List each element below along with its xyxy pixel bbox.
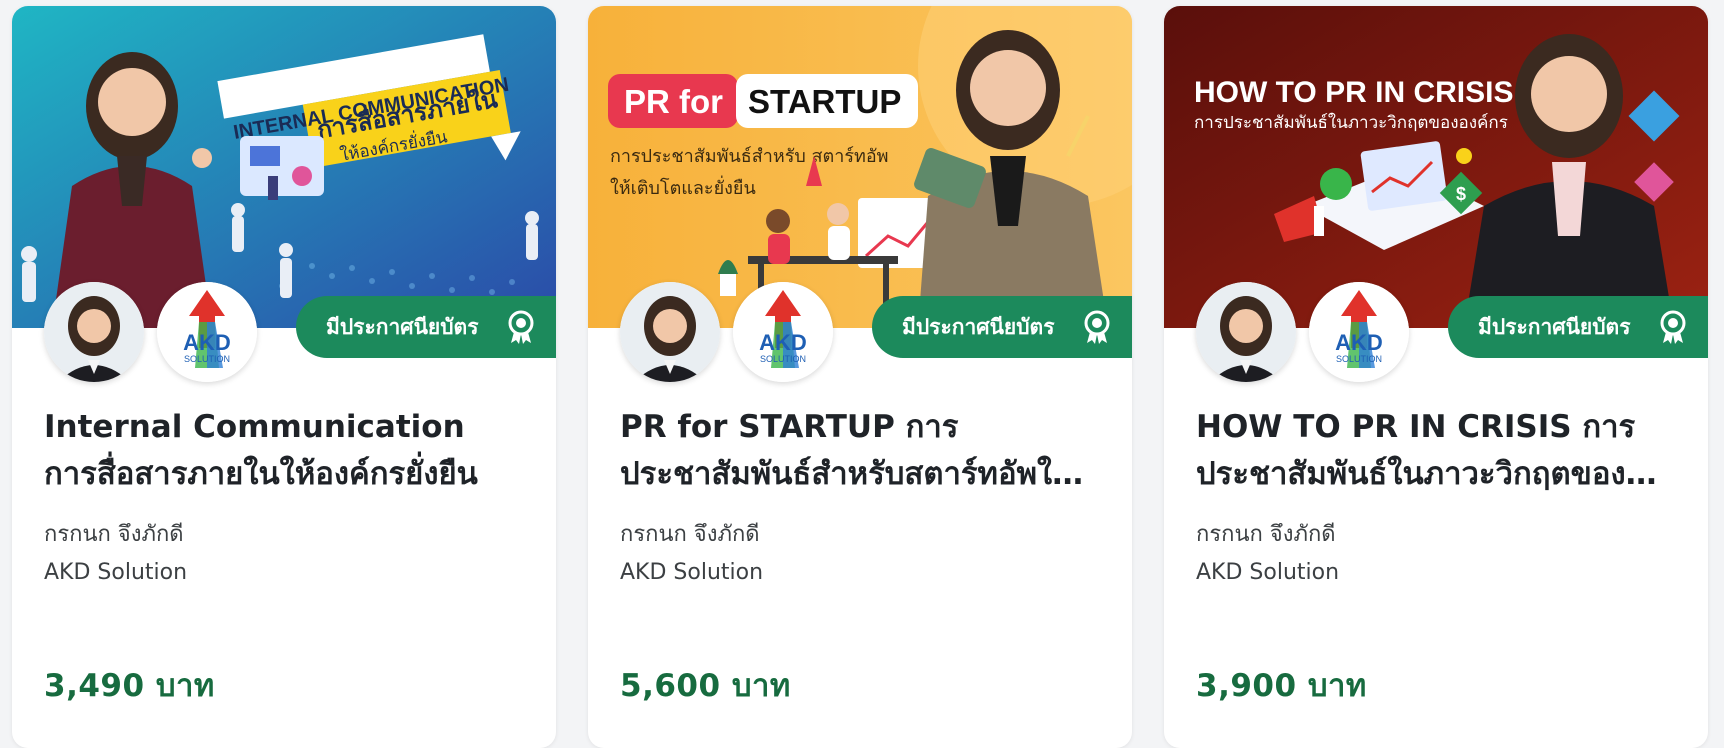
svg-text:SOLUTION: SOLUTION: [1336, 354, 1382, 364]
award-ribbon-icon: [1660, 310, 1686, 344]
organization-logo[interactable]: AKD SOLUTION: [1309, 282, 1409, 382]
svg-text:$: $: [1456, 184, 1466, 204]
instructor-name: กรกนก จึงภักดี: [44, 522, 184, 547]
certificate-badge: มีประกาศนียบัตร: [296, 296, 556, 358]
course-card[interactable]: PR for STARTUP การประชาสัมพันธ์สำหรับ สต…: [588, 6, 1132, 748]
svg-text:AKD: AKD: [759, 330, 807, 355]
svg-text:AKD: AKD: [183, 330, 231, 355]
svg-text:ให้เติบโตและยั่งยืน: ให้เติบโตและยั่งยืน: [610, 175, 756, 199]
svg-text:SOLUTION: SOLUTION: [184, 354, 230, 364]
instructor-avatar[interactable]: [1196, 282, 1296, 382]
organization-logo[interactable]: AKD SOLUTION: [157, 282, 257, 382]
award-ribbon-icon: [1084, 310, 1110, 344]
course-price: 3,900 บาท: [1196, 668, 1367, 704]
certificate-badge: มีประกาศนียบัตร: [872, 296, 1132, 358]
instructor-avatar[interactable]: [44, 282, 144, 382]
organization-name: AKD Solution: [44, 560, 188, 585]
certificate-badge: มีประกาศนียบัตร: [1448, 296, 1708, 358]
svg-text:HOW TO PR IN CRISIS: HOW TO PR IN CRISIS: [1194, 76, 1513, 109]
instructor-name: กรกนก จึงภักดี: [1196, 522, 1336, 547]
course-price: 5,600 บาท: [620, 668, 791, 704]
course-title[interactable]: HOW TO PR IN CRISIS การประชาสัมพันธ์ในภา…: [1196, 404, 1676, 498]
svg-text:AKD: AKD: [1335, 330, 1383, 355]
svg-text:SOLUTION: SOLUTION: [760, 354, 806, 364]
svg-text:PR for: PR for: [624, 83, 723, 120]
course-banner-image[interactable]: INTERNAL COMMUNICATION การสื่อสารภายใน ใ…: [12, 6, 556, 328]
organization-name: AKD Solution: [1196, 560, 1340, 585]
course-card[interactable]: HOW TO PR IN CRISIS การประชาสัมพันธ์ในภา…: [1164, 6, 1708, 748]
instructor-name: กรกนก จึงภักดี: [620, 522, 760, 547]
award-ribbon-icon: [508, 310, 534, 344]
organization-name: AKD Solution: [620, 560, 764, 585]
course-banner-image[interactable]: HOW TO PR IN CRISIS การประชาสัมพันธ์ในภา…: [1164, 6, 1708, 328]
certificate-label: มีประกาศนียบัตร: [326, 314, 479, 339]
instructor-avatar[interactable]: [620, 282, 720, 382]
course-card[interactable]: INTERNAL COMMUNICATION การสื่อสารภายใน ใ…: [12, 6, 556, 748]
course-title[interactable]: PR for STARTUP การประชาสัมพันธ์สำหรับสตา…: [620, 404, 1100, 498]
course-banner-image[interactable]: PR for STARTUP การประชาสัมพันธ์สำหรับ สต…: [588, 6, 1132, 328]
course-price: 3,490 บาท: [44, 668, 215, 704]
svg-text:STARTUP: STARTUP: [748, 83, 901, 120]
certificate-label: มีประกาศนียบัตร: [1478, 314, 1631, 339]
svg-text:การประชาสัมพันธ์ในภาวะวิกฤตของ: การประชาสัมพันธ์ในภาวะวิกฤตขององค์กร: [1194, 112, 1508, 133]
course-title[interactable]: Internal Communication การสื่อสารภายในให…: [44, 404, 524, 498]
svg-text:การประชาสัมพันธ์สำหรับ สตาร์ทอ: การประชาสัมพันธ์สำหรับ สตาร์ทอัพ: [610, 146, 889, 167]
organization-logo[interactable]: AKD SOLUTION: [733, 282, 833, 382]
certificate-label: มีประกาศนียบัตร: [902, 314, 1055, 339]
course-grid: INTERNAL COMMUNICATION การสื่อสารภายใน ใ…: [12, 6, 1708, 748]
